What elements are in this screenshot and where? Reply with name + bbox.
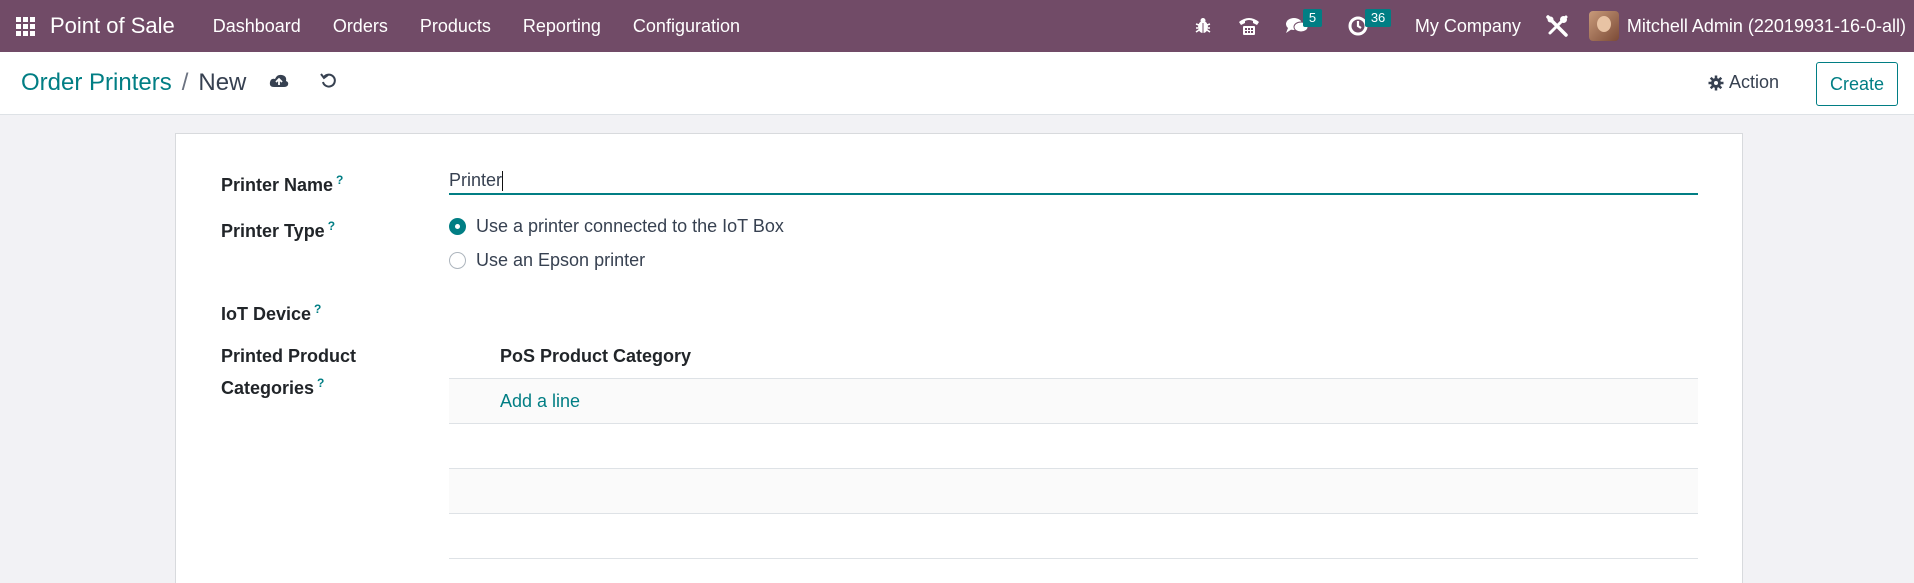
- breadcrumb-order-printers[interactable]: Order Printers: [21, 69, 172, 97]
- radio-unchecked-icon[interactable]: [449, 252, 466, 269]
- help-marker[interactable]: ?: [314, 302, 321, 316]
- breadcrumb-separator: /: [181, 69, 189, 96]
- cloud-save-icon[interactable]: [269, 72, 289, 95]
- user-name: Mitchell Admin (22019931-16-0-all): [1626, 15, 1906, 36]
- apps-grid-icon[interactable]: [0, 0, 50, 52]
- messages-badge: 5: [1302, 9, 1323, 27]
- tools-icon[interactable]: [1539, 0, 1589, 52]
- control-panel: Order Printers / New Action Create: [0, 52, 1914, 115]
- navbar-systray: 5 36 My Company Mitchell Admin (22019931…: [1181, 0, 1914, 52]
- create-button[interactable]: Create: [1816, 62, 1898, 106]
- activities-badge: 36: [1364, 9, 1392, 27]
- radio-epson-label: Use an Epson printer: [476, 250, 646, 270]
- menu-configuration[interactable]: Configuration: [617, 0, 756, 52]
- clock-icon[interactable]: 36: [1335, 0, 1401, 52]
- table-row: [449, 469, 1698, 514]
- help-marker[interactable]: ?: [317, 376, 324, 390]
- table-row: [449, 514, 1698, 559]
- menu-products[interactable]: Products: [404, 0, 507, 52]
- discard-icon[interactable]: [320, 72, 338, 95]
- radio-iot-box[interactable]: Use a printer connected to the IoT Box: [449, 216, 784, 237]
- top-navbar: Point of Sale Dashboard Orders Products …: [0, 0, 1914, 52]
- menu-dashboard[interactable]: Dashboard: [197, 0, 317, 52]
- menu-reporting[interactable]: Reporting: [507, 0, 617, 52]
- avatar: [1588, 11, 1619, 41]
- printer-name-input[interactable]: [449, 167, 1698, 195]
- company-switcher[interactable]: My Company: [1401, 16, 1539, 37]
- help-marker[interactable]: ?: [328, 219, 335, 233]
- printer-name-label: Printer Name?: [221, 173, 344, 195]
- categories-table: PoS Product Category Add a line: [449, 334, 1698, 559]
- gear-icon: [1708, 75, 1724, 90]
- table-row: [449, 424, 1698, 469]
- iot-device-label: IoT Device?: [221, 302, 322, 324]
- menu-orders[interactable]: Orders: [317, 0, 404, 52]
- table-header[interactable]: PoS Product Category: [449, 334, 1698, 379]
- radio-iot-box-label: Use a printer connected to the IoT Box: [476, 216, 784, 236]
- radio-epson[interactable]: Use an Epson printer: [449, 250, 645, 271]
- action-button[interactable]: Action: [1708, 72, 1779, 93]
- chat-icon[interactable]: 5: [1273, 0, 1335, 52]
- radio-checked-icon[interactable]: [449, 218, 466, 235]
- user-menu[interactable]: Mitchell Admin (22019931-16-0-all): [1588, 11, 1914, 41]
- app-brand[interactable]: Point of Sale: [50, 13, 175, 39]
- printer-type-label: Printer Type?: [221, 219, 336, 241]
- help-marker[interactable]: ?: [336, 173, 343, 187]
- action-label: Action: [1729, 72, 1780, 92]
- add-line-link[interactable]: Add a line: [500, 391, 580, 412]
- form-sheet: Printer Name? Printer Type? Use a printe…: [175, 133, 1743, 583]
- bug-icon[interactable]: [1181, 0, 1225, 52]
- breadcrumb: Order Printers / New: [21, 69, 246, 97]
- text-caret: [502, 171, 503, 191]
- breadcrumb-current: New: [198, 69, 247, 96]
- printed-categories-label: Printed Product Categories?: [221, 346, 357, 398]
- phone-icon[interactable]: [1225, 0, 1273, 52]
- table-row: Add a line: [449, 379, 1698, 424]
